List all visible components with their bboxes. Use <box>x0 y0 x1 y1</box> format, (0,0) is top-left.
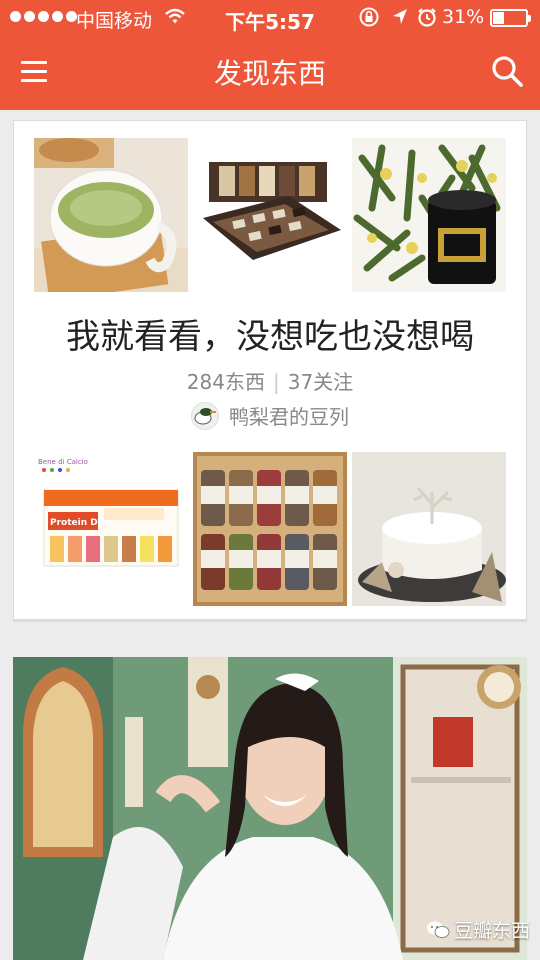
thumbnail-spice-jar-set[interactable] <box>193 452 347 606</box>
avatar <box>191 401 219 430</box>
search-icon[interactable] <box>486 50 528 92</box>
collection-stats: 284东西 | 37关注 <box>186 370 354 394</box>
alarm-icon <box>416 6 438 33</box>
item-count: 284东西 <box>186 370 265 394</box>
status-bar: 中国移动 下午5:57 31% <box>0 0 540 36</box>
watermark: 豆瓣东西 <box>426 916 530 943</box>
thumbnail-chocolate-gift-box[interactable] <box>193 138 347 292</box>
author-name: 鸭梨君的豆列 <box>229 405 349 429</box>
featured-photo <box>13 657 527 960</box>
thumbnail-white-cake[interactable] <box>352 452 506 606</box>
follower-count: 37关注 <box>287 370 354 394</box>
rotation-lock-icon <box>358 6 380 33</box>
battery-level-fill <box>493 12 504 24</box>
featured-photo-card[interactable] <box>13 657 527 960</box>
collection-card[interactable]: 我就看看，没想吃也没想喝 284东西 | 37关注 鸭梨君的豆列 Bene di C… <box>13 120 527 622</box>
watermark-text: 豆瓣东西 <box>454 920 531 942</box>
brand-logo-text: Bene di Calcio <box>38 458 88 466</box>
app-header: 中国移动 下午5:57 31% 发现东西 <box>0 0 540 110</box>
collection-author[interactable]: 鸭梨君的豆列 <box>14 401 526 430</box>
location-arrow-icon <box>390 6 410 33</box>
thumbnail-green-tea-tin[interactable] <box>352 138 506 292</box>
thumbnail-matcha-latte[interactable] <box>34 138 188 292</box>
page-title: 发现东西 <box>213 57 326 90</box>
product-label: Protein Diet <box>50 518 112 528</box>
battery-percent: 31% <box>442 6 485 28</box>
thumbnail-protein-diet-box[interactable]: Bene di Calcio Protein Diet <box>34 452 188 606</box>
battery-icon <box>490 9 531 27</box>
collection-title[interactable]: 我就看看，没想吃也没想喝 <box>14 309 526 358</box>
wechat-icon <box>426 920 450 940</box>
navigation-bar: 发现东西 <box>0 36 540 110</box>
